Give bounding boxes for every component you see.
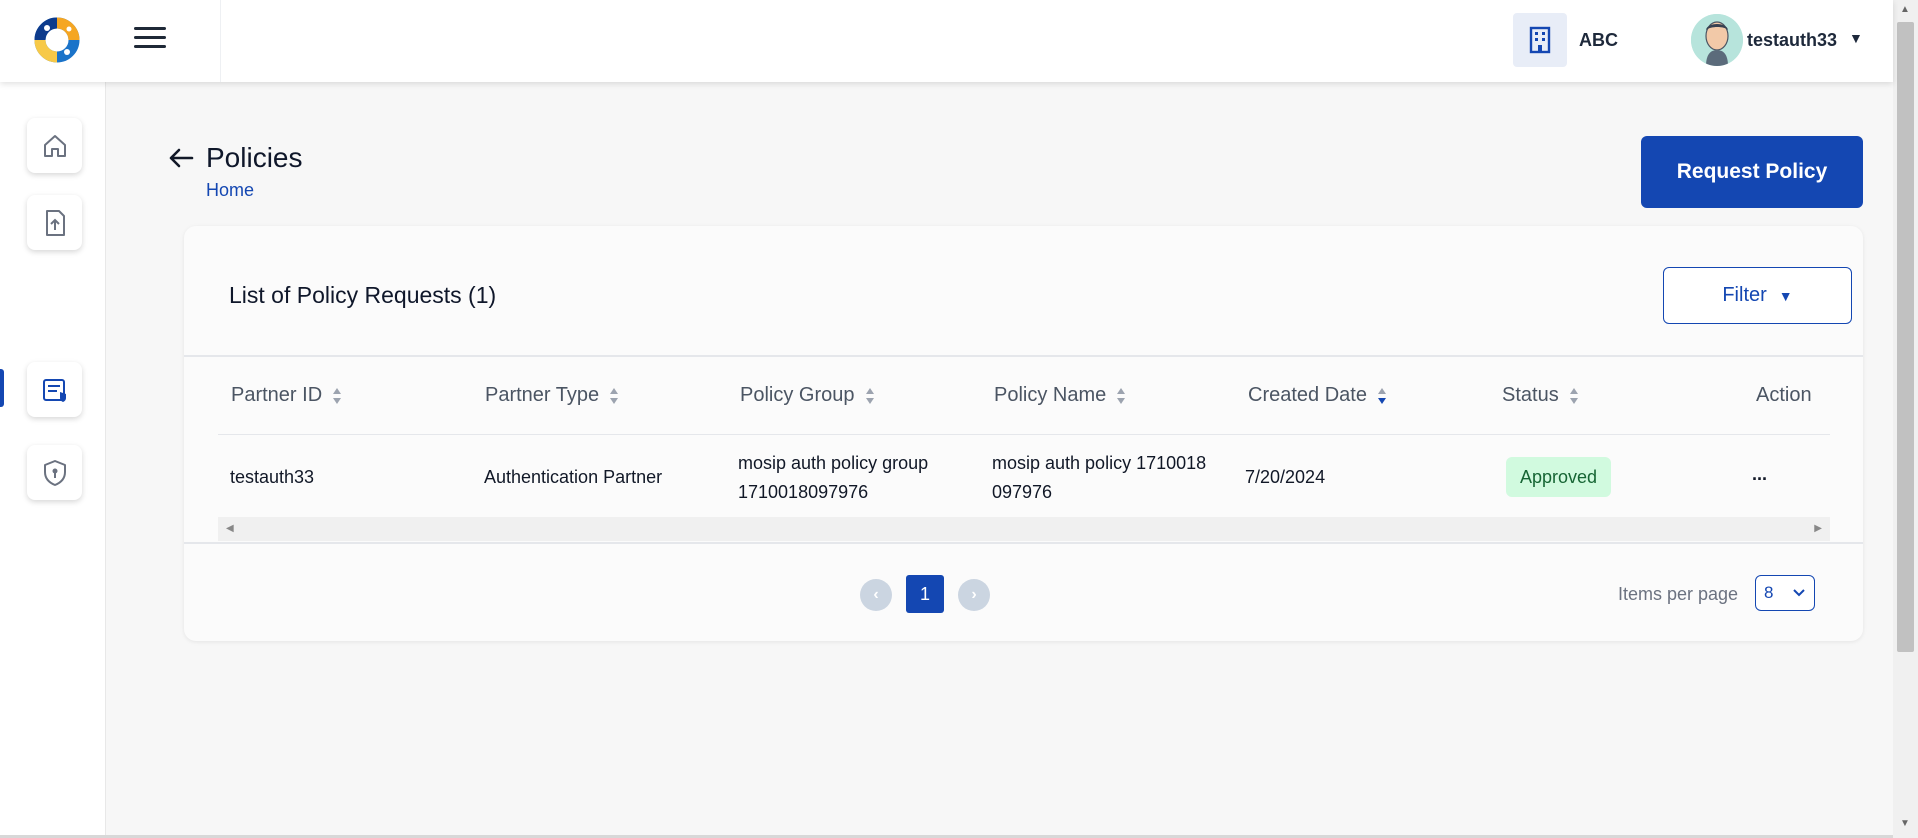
top-header: ABC testauth33 ▼ bbox=[0, 0, 1893, 82]
sort-icon bbox=[333, 387, 342, 404]
cell-policy-group: mosip auth policy group 1710018097976 bbox=[738, 453, 929, 502]
sort-icon bbox=[1117, 387, 1126, 404]
vertical-scrollbar[interactable]: ▲ ▼ bbox=[1893, 0, 1918, 838]
sidebar-item-home[interactable] bbox=[27, 118, 82, 173]
user-avatar-icon bbox=[1691, 14, 1743, 66]
building-icon bbox=[1529, 26, 1551, 54]
row-action-menu-button[interactable]: ... bbox=[1752, 464, 1767, 485]
list-title: List of Policy Requests (1) bbox=[229, 282, 497, 308]
policy-document-icon bbox=[42, 378, 66, 402]
logo-icon[interactable] bbox=[33, 16, 81, 64]
shield-icon bbox=[43, 459, 66, 486]
chevron-right-icon: › bbox=[971, 586, 977, 603]
filter-button[interactable]: Filter ▼ bbox=[1663, 267, 1852, 324]
username-label: testauth33 bbox=[1747, 30, 1838, 50]
home-icon bbox=[43, 134, 66, 157]
cell-partner-type: Authentication Partner bbox=[484, 467, 663, 487]
horizontal-scrollbar[interactable]: ◀ ▶ bbox=[218, 517, 1830, 541]
column-header-policy-group[interactable]: Policy Group bbox=[740, 384, 875, 407]
cell-policy-name: mosip auth policy 1710018 097976 bbox=[992, 453, 1207, 502]
column-header-partner-type[interactable]: Partner Type bbox=[485, 384, 619, 407]
back-arrow-icon[interactable] bbox=[166, 143, 196, 173]
upload-document-icon bbox=[45, 209, 65, 236]
cell-partner-id: testauth33 bbox=[230, 467, 315, 487]
scroll-right-arrow-icon[interactable]: ▶ bbox=[1814, 523, 1822, 534]
sidebar-item-upload[interactable] bbox=[27, 195, 82, 250]
cell-created-date: 7/20/2024 bbox=[1245, 467, 1326, 487]
filter-label: Filter bbox=[1722, 284, 1767, 306]
column-header-action: Action bbox=[1756, 384, 1812, 406]
policy-requests-card: List of Policy Requests (1) Filter ▼ Par… bbox=[184, 226, 1863, 641]
sidebar bbox=[0, 82, 106, 838]
organization-button[interactable] bbox=[1513, 13, 1567, 67]
status-badge: Approved bbox=[1506, 457, 1611, 497]
table-header-divider bbox=[218, 434, 1830, 435]
header-divider bbox=[220, 0, 221, 82]
scroll-up-arrow-icon[interactable]: ▲ bbox=[1900, 4, 1910, 15]
organization-name: ABC bbox=[1579, 30, 1618, 50]
active-nav-indicator bbox=[0, 369, 4, 407]
card-divider bbox=[184, 355, 1863, 357]
column-header-partner-id[interactable]: Partner ID bbox=[231, 384, 342, 407]
sort-desc-icon bbox=[1377, 387, 1386, 404]
sidebar-item-security[interactable] bbox=[27, 445, 82, 500]
sort-icon bbox=[1569, 387, 1578, 404]
column-header-policy-name[interactable]: Policy Name bbox=[994, 384, 1126, 407]
filter-caret-down-icon: ▼ bbox=[1778, 287, 1793, 304]
sort-icon bbox=[610, 387, 619, 404]
caret-down-icon[interactable]: ▼ bbox=[1849, 30, 1863, 46]
sort-icon bbox=[865, 387, 874, 404]
chevron-left-icon: ‹ bbox=[873, 586, 879, 603]
avatar[interactable] bbox=[1691, 14, 1743, 66]
items-per-page-select[interactable]: 8 bbox=[1755, 575, 1815, 611]
request-policy-button[interactable]: Request Policy bbox=[1641, 136, 1863, 208]
sidebar-item-policies[interactable] bbox=[27, 362, 82, 417]
breadcrumb-home-link[interactable]: Home bbox=[206, 180, 254, 201]
hamburger-menu-button[interactable] bbox=[134, 27, 166, 53]
scroll-down-arrow-icon[interactable]: ▼ bbox=[1900, 818, 1910, 829]
scroll-left-arrow-icon[interactable]: ◀ bbox=[226, 523, 234, 534]
chevron-down-icon bbox=[1793, 589, 1805, 597]
previous-page-button[interactable]: ‹ bbox=[860, 579, 892, 611]
hamburger-icon bbox=[134, 27, 166, 30]
page-title: Policies bbox=[206, 142, 303, 173]
column-header-created-date[interactable]: Created Date bbox=[1248, 384, 1387, 407]
scrollbar-thumb[interactable] bbox=[1897, 22, 1914, 652]
column-header-status[interactable]: Status bbox=[1502, 384, 1579, 407]
next-page-button[interactable]: › bbox=[958, 579, 990, 611]
footer-divider bbox=[184, 542, 1863, 544]
page-number-button[interactable]: 1 bbox=[906, 575, 944, 613]
items-per-page-label: Items per page bbox=[1618, 584, 1739, 604]
